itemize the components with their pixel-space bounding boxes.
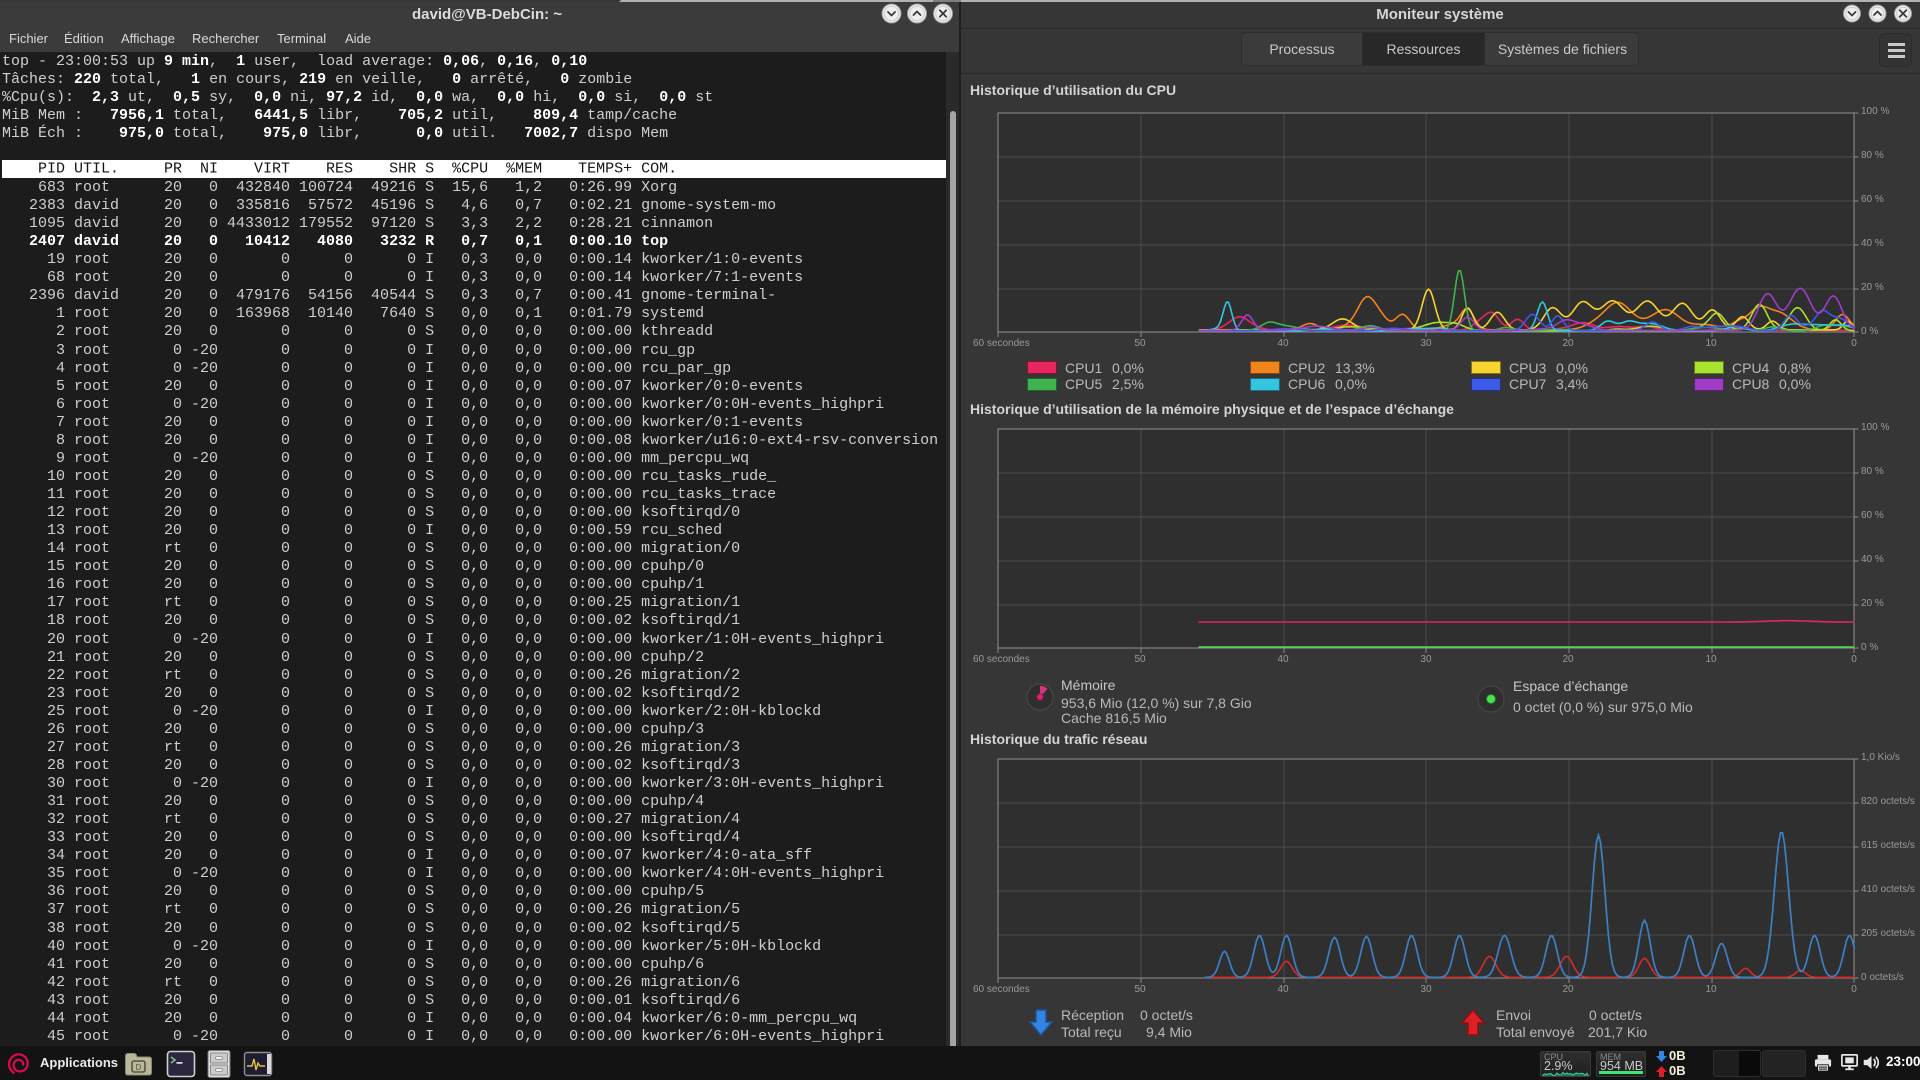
- svg-text:D: D: [136, 1063, 142, 1072]
